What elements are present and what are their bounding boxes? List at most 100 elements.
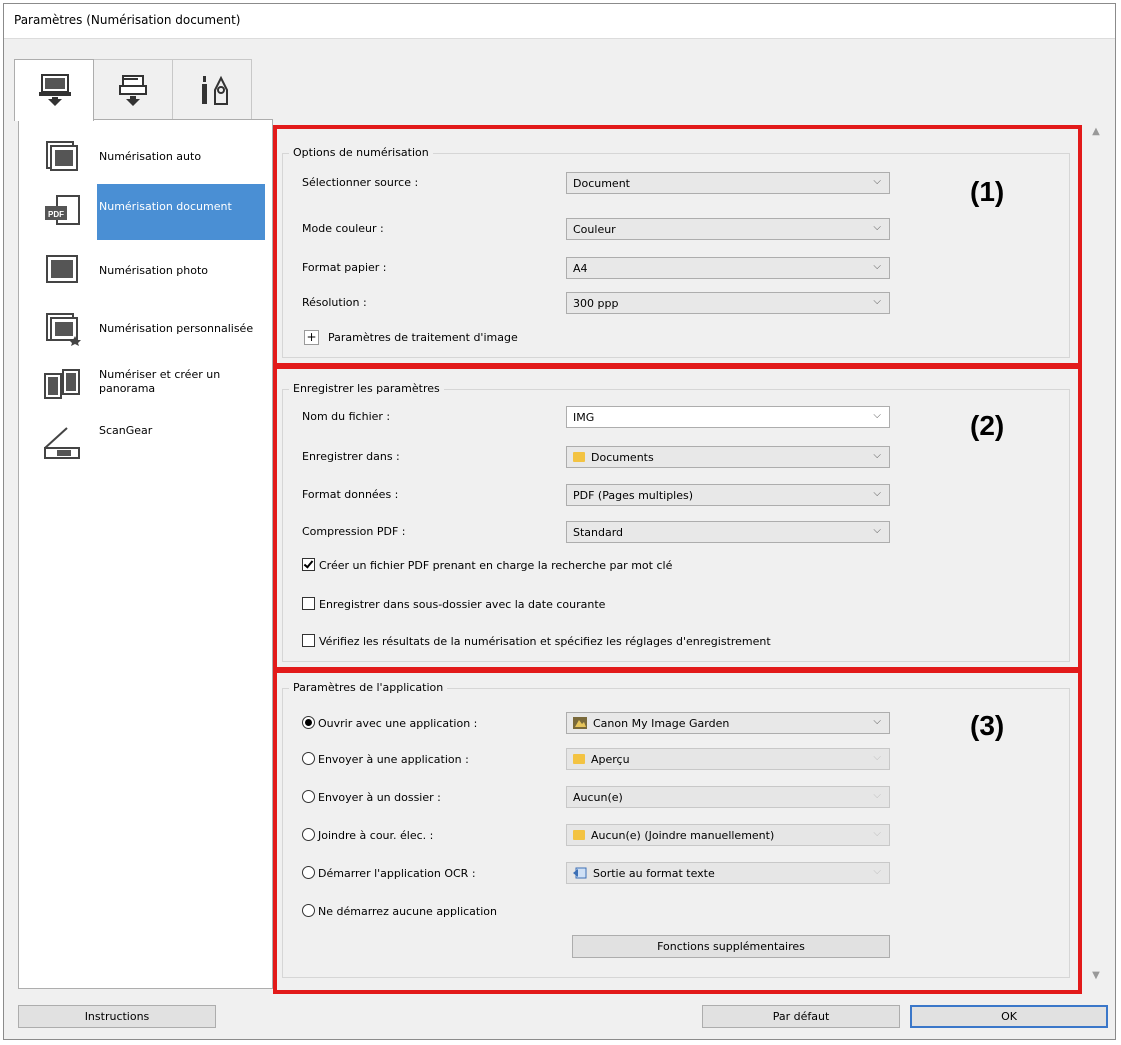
start-ocr-radio[interactable]: Démarrer l'application OCR :: [302, 866, 476, 880]
sidebar-item-document-scan[interactable]: PDF Numérisation document: [19, 184, 272, 240]
data-format-select[interactable]: PDF (Pages multiples) ⌵: [566, 484, 890, 506]
text-output-icon: [573, 867, 587, 879]
chevron-down-icon: ⌵: [873, 450, 881, 461]
scangear-icon: [44, 427, 80, 459]
sidebar-item-label: Numérisation personnalisée: [99, 322, 254, 335]
scan-from-panel-icon: [119, 75, 147, 106]
group-legend: Options de numérisation: [289, 146, 433, 159]
image-processing-label: Paramètres de traitement d'image: [328, 331, 518, 344]
tab-scan-from-panel[interactable]: [93, 59, 173, 119]
tab-general-settings[interactable]: [172, 59, 252, 119]
chevron-down-icon: ⌵: [873, 410, 881, 421]
svg-text:PDF: PDF: [48, 210, 64, 219]
verify-scan-results-checkbox[interactable]: Vérifiez les résultats de la numérisatio…: [302, 634, 771, 648]
window-title: Paramètres (Numérisation document): [14, 13, 241, 27]
sidebar-item-panorama[interactable]: Numériser et créer un panorama: [19, 358, 272, 414]
chevron-down-icon: ⌵: [873, 716, 881, 727]
paper-size-select[interactable]: A4 ⌵: [566, 257, 890, 279]
radio-unselected-icon[interactable]: [302, 904, 315, 917]
chevron-down-icon: ⌵: [873, 176, 881, 187]
expand-image-processing-button[interactable]: +: [304, 330, 319, 345]
chevron-down-icon: ⌵: [873, 752, 881, 763]
tab-scan-from-computer[interactable]: [14, 59, 94, 121]
checkbox-unchecked-icon[interactable]: [302, 634, 315, 647]
sidebar-item-label: Numérisation document: [97, 184, 265, 240]
defaults-button[interactable]: Par défaut: [702, 1005, 900, 1028]
resolution-select[interactable]: 300 ppp ⌵: [566, 292, 890, 314]
folder-icon: [573, 754, 585, 764]
chevron-down-icon: ⌵: [873, 866, 881, 877]
filename-label: Nom du fichier :: [302, 410, 391, 423]
sidebar-item-custom-scan[interactable]: Numérisation personnalisée: [19, 300, 272, 356]
folder-icon: [573, 830, 585, 840]
scan-type-sidebar: Numérisation auto PDF Numérisation docum…: [18, 119, 273, 989]
sidebar-item-scangear[interactable]: ScanGear: [19, 416, 272, 472]
pdf-compression-select[interactable]: Standard ⌵: [566, 521, 890, 543]
sidebar-item-label: Numérisation photo: [99, 264, 209, 277]
source-label: Sélectionner source :: [302, 176, 419, 189]
send-to-app-select[interactable]: Aperçu ⌵: [566, 748, 890, 770]
source-select[interactable]: Document ⌵: [566, 172, 890, 194]
radio-unselected-icon[interactable]: [302, 866, 315, 879]
custom-scan-icon: [46, 313, 81, 346]
title-bar: Paramètres (Numérisation document): [4, 4, 1115, 39]
sidebar-item-photo-scan[interactable]: Numérisation photo: [19, 242, 272, 298]
marker-3: (3): [970, 710, 1005, 741]
chevron-down-icon: ⌵: [873, 828, 881, 839]
photo-scan-icon: [46, 255, 78, 283]
open-with-app-radio[interactable]: Ouvrir avec une application :: [302, 716, 477, 730]
save-in-select[interactable]: Documents ⌵: [566, 446, 890, 468]
checkbox-checked-icon[interactable]: [302, 558, 315, 571]
sidebar-item-label: Numérisation auto: [99, 150, 202, 163]
save-in-label: Enregistrer dans :: [302, 450, 400, 463]
instructions-button[interactable]: Instructions: [18, 1005, 216, 1028]
send-to-folder-select[interactable]: Aucun(e) ⌵: [566, 786, 890, 808]
paper-size-label: Format papier :: [302, 261, 387, 274]
no-app-radio[interactable]: Ne démarrez aucune application: [302, 904, 497, 918]
auto-scan-icon: [46, 141, 78, 171]
pdf-compression-label: Compression PDF :: [302, 525, 406, 538]
panorama-icon: [44, 369, 80, 399]
start-ocr-select[interactable]: Sortie au format texte ⌵: [566, 862, 890, 884]
chevron-down-icon: ⌵: [873, 296, 881, 307]
sidebar-item-label: Numériser et créer un panorama: [99, 368, 221, 395]
send-to-app-radio[interactable]: Envoyer à une application :: [302, 752, 469, 766]
folder-icon: [573, 452, 585, 462]
checkbox-unchecked-icon[interactable]: [302, 597, 315, 610]
attach-to-email-radio[interactable]: Joindre à cour. élec. :: [302, 828, 433, 842]
attach-to-email-select[interactable]: Aucun(e) (Joindre manuellement) ⌵: [566, 824, 890, 846]
open-with-app-select[interactable]: Canon My Image Garden ⌵: [566, 712, 890, 734]
group-legend: Paramètres de l'application: [289, 681, 448, 694]
radio-unselected-icon[interactable]: [302, 828, 315, 841]
chevron-down-icon: ⌵: [873, 525, 881, 536]
color-mode-select[interactable]: Couleur ⌵: [566, 218, 890, 240]
radio-selected-icon[interactable]: [302, 716, 315, 729]
color-mode-label: Mode couleur :: [302, 222, 384, 235]
ok-button[interactable]: OK: [910, 1005, 1108, 1028]
filename-combobox[interactable]: IMG ⌵: [566, 406, 890, 428]
chevron-down-icon: ⌵: [873, 261, 881, 272]
marker-1: (1): [970, 176, 1005, 207]
sidebar-item-auto-scan[interactable]: Numérisation auto: [19, 128, 272, 184]
more-functions-button[interactable]: Fonctions supplémentaires: [572, 935, 890, 958]
marker-2: (2): [970, 410, 1005, 441]
pdf-document-icon: PDF: [45, 195, 80, 225]
keyword-searchable-pdf-checkbox[interactable]: Créer un fichier PDF prenant en charge l…: [302, 558, 672, 572]
chevron-down-icon: ⌵: [873, 488, 881, 499]
chevron-down-icon: ⌵: [873, 222, 881, 233]
radio-unselected-icon[interactable]: [302, 752, 315, 765]
radio-unselected-icon[interactable]: [302, 790, 315, 803]
vertical-scrollbar[interactable]: ▲ ▼: [1088, 120, 1104, 988]
scroll-up-icon[interactable]: ▲: [1088, 124, 1104, 140]
chevron-down-icon: ⌵: [873, 790, 881, 801]
scroll-down-icon[interactable]: ▼: [1088, 968, 1104, 984]
general-settings-tools-icon: [202, 75, 228, 105]
scan-from-computer-icon: [39, 74, 71, 106]
my-image-garden-icon: [573, 717, 587, 729]
group-legend: Enregistrer les paramètres: [289, 382, 444, 395]
send-to-folder-radio[interactable]: Envoyer à un dossier :: [302, 790, 441, 804]
resolution-label: Résolution :: [302, 296, 367, 309]
sidebar-item-label: ScanGear: [99, 424, 153, 437]
data-format-label: Format données :: [302, 488, 399, 501]
save-to-date-subfolder-checkbox[interactable]: Enregistrer dans sous-dossier avec la da…: [302, 597, 605, 611]
